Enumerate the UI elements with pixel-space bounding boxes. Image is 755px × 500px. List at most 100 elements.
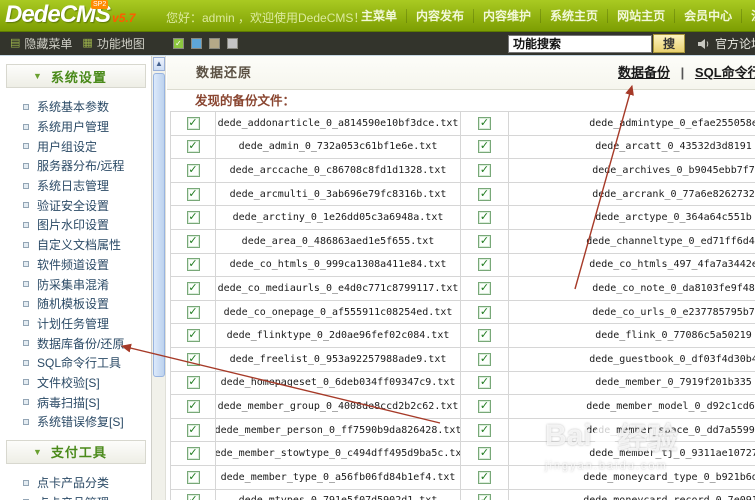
row-checkbox[interactable]: ✓	[187, 140, 200, 153]
row-checkbox[interactable]: ✓	[187, 376, 200, 389]
sidebar-item[interactable]: 软件频道设置	[0, 255, 151, 275]
official-forum-link[interactable]: 官方论坛	[715, 35, 755, 52]
row-checkbox[interactable]: ✓	[478, 353, 491, 366]
row-checkbox[interactable]: ✓	[187, 494, 200, 500]
row-checkbox[interactable]: ✓	[187, 211, 200, 224]
search-button[interactable]: 搜索	[653, 34, 685, 53]
sidebar-item[interactable]: SQL命令行工具	[0, 353, 151, 373]
row-checkbox[interactable]: ✓	[187, 164, 200, 177]
sidebar-item[interactable]: 自定义文档属性	[0, 235, 151, 255]
sidebar-section-payment-tools[interactable]: ▼支付工具	[6, 440, 146, 464]
row-checkbox[interactable]: ✓	[478, 258, 491, 271]
hide-menu-button[interactable]: ▤ 隐藏菜单	[10, 35, 72, 52]
sidebar-item[interactable]: 点卡产品分类	[0, 473, 151, 493]
sql-tool-link[interactable]: SQL命令行工具	[695, 65, 755, 80]
row-checkbox[interactable]: ✓	[478, 494, 491, 500]
sidebar-item[interactable]: 病毒扫描[S]	[0, 392, 151, 412]
row-checkbox[interactable]: ✓	[478, 117, 491, 130]
row-checkbox[interactable]: ✓	[478, 140, 491, 153]
row-checkbox[interactable]: ✓	[187, 424, 200, 437]
row-checkbox[interactable]: ✓	[478, 164, 491, 177]
table-row: ✓dede_arctiny_0_1e26dd05c3a6948a.txt✓ded…	[171, 206, 755, 230]
row-checkbox[interactable]: ✓	[187, 471, 200, 484]
sidebar-item[interactable]: 系统日志管理	[0, 176, 151, 196]
filename-cell: dede_area_0_486863aed1e5f655.txt	[216, 230, 461, 253]
theme-swatch-1[interactable]: ✓	[173, 38, 184, 49]
table-row: ✓dede_homepageset_0_6deb034ff09347c9.txt…	[171, 372, 755, 396]
sidebar-item[interactable]: 验证安全设置	[0, 195, 151, 215]
sidebar-item[interactable]: 服务器分布/远程	[0, 156, 151, 176]
row-checkbox[interactable]: ✓	[187, 306, 200, 319]
search-input[interactable]	[508, 35, 652, 53]
bullet-icon	[23, 183, 29, 189]
backup-file-name: dede_member_tj_0_9311ae10727	[589, 448, 755, 459]
nav-item-system-home[interactable]: 系统主页	[541, 9, 608, 23]
hide-menu-icon: ▤	[10, 38, 20, 49]
sidebar-item[interactable]: 用户组设定	[0, 136, 151, 156]
backup-file-name: dede_member_person_0_ff7590b9da826428.tx…	[216, 425, 461, 436]
sidebar-item-label: 点卡产品分类	[37, 474, 109, 491]
row-checkbox[interactable]: ✓	[478, 235, 491, 248]
theme-swatch-2[interactable]	[191, 38, 202, 49]
row-checkbox[interactable]: ✓	[478, 376, 491, 389]
row-checkbox[interactable]: ✓	[187, 329, 200, 342]
row-checkbox[interactable]: ✓	[187, 258, 200, 271]
sidebar-item-label: 用户组设定	[37, 138, 97, 155]
sidebar-item[interactable]: 系统基本参数	[0, 97, 151, 117]
row-checkbox[interactable]: ✓	[187, 188, 200, 201]
bullet-icon	[23, 281, 29, 287]
function-map-button[interactable]: ▦ 功能地图	[82, 35, 144, 52]
row-checkbox[interactable]: ✓	[478, 471, 491, 484]
table-row: ✓dede_flinktype_0_2d0ae96fef02c084.txt✓d…	[171, 324, 755, 348]
checkbox-cell: ✓	[171, 324, 216, 347]
sidebar-item-label: 系统日志管理	[37, 177, 109, 194]
sidebar-section-system-settings[interactable]: ▼系统设置	[6, 64, 146, 88]
row-checkbox[interactable]: ✓	[478, 447, 491, 460]
scroll-up-icon[interactable]: ▲	[153, 57, 165, 71]
data-backup-link[interactable]: 数据备份	[618, 65, 670, 80]
backup-file-name: dede_member_type_0_a56fb06fd84b1ef4.txt	[221, 472, 456, 483]
row-checkbox[interactable]: ✓	[187, 117, 200, 130]
sidebar-item[interactable]: 防采集串混淆	[0, 274, 151, 294]
sidebar-item[interactable]: 文件校验[S]	[0, 373, 151, 393]
sidebar-item[interactable]: 图片水印设置	[0, 215, 151, 235]
backup-file-name: dede_co_mediaurls_0_e4d0c771c8799117.txt	[218, 283, 459, 294]
filename-cell: dede_arcatt_0_43532d3d8191	[509, 136, 755, 159]
row-checkbox[interactable]: ✓	[187, 282, 200, 295]
row-checkbox[interactable]: ✓	[478, 282, 491, 295]
nav-item-content-publish[interactable]: 内容发布	[407, 9, 474, 23]
nav-item-logout[interactable]: 注销	[742, 9, 755, 23]
row-checkbox[interactable]: ✓	[478, 329, 491, 342]
row-checkbox[interactable]: ✓	[478, 424, 491, 437]
scrollbar-thumb[interactable]	[153, 73, 165, 377]
nav-item-member-center[interactable]: 会员中心	[675, 9, 742, 23]
nav-item-content-maintain[interactable]: 内容维护	[474, 9, 541, 23]
greeting-text: 您好：admin ，欢迎使用DedeCMS！	[166, 9, 365, 26]
backup-file-name: dede_co_note_0_da8103fe9f48	[592, 283, 755, 294]
nav-item-site-home[interactable]: 网站主页	[608, 9, 675, 23]
theme-swatch-4[interactable]	[227, 38, 238, 49]
sidebar-item[interactable]: 系统错误修复[S]	[0, 412, 151, 432]
sidebar-item[interactable]: 随机模板设置	[0, 294, 151, 314]
content-scrollbar[interactable]: ▲	[152, 56, 166, 500]
sidebar-item[interactable]: 计划任务管理	[0, 314, 151, 334]
table-row: ✓ dede_co_mediaurls_0_e4d0c771c8799117.tx…	[171, 277, 755, 301]
row-checkbox[interactable]: ✓	[478, 188, 491, 201]
row-checkbox[interactable]: ✓	[478, 400, 491, 413]
row-checkbox[interactable]: ✓	[478, 211, 491, 224]
sidebar-item[interactable]: 数据库备份/还原	[0, 333, 151, 353]
bullet-icon	[23, 340, 29, 346]
row-checkbox[interactable]: ✓	[478, 306, 491, 319]
sidebar-item[interactable]: 点卡产品管理	[0, 492, 151, 500]
table-row: ✓dede_arccache_0_c86708c8fd1d1328.txt✓de…	[171, 159, 755, 183]
row-checkbox[interactable]: ✓	[187, 235, 200, 248]
backup-file-name: dede_arctype_0_364a64c551b	[595, 212, 752, 223]
row-checkbox[interactable]: ✓	[187, 447, 200, 460]
nav-item-main-menu[interactable]: 主菜单	[352, 9, 407, 23]
sidebar-item-label: 自定义文档属性	[37, 236, 121, 253]
row-checkbox[interactable]: ✓	[187, 400, 200, 413]
sidebar-item[interactable]: 系统用户管理	[0, 117, 151, 137]
theme-swatch-3[interactable]	[209, 38, 220, 49]
filename-cell: dede_member_person_0_ff7590b9da826428.tx…	[216, 419, 461, 442]
row-checkbox[interactable]: ✓	[187, 353, 200, 366]
